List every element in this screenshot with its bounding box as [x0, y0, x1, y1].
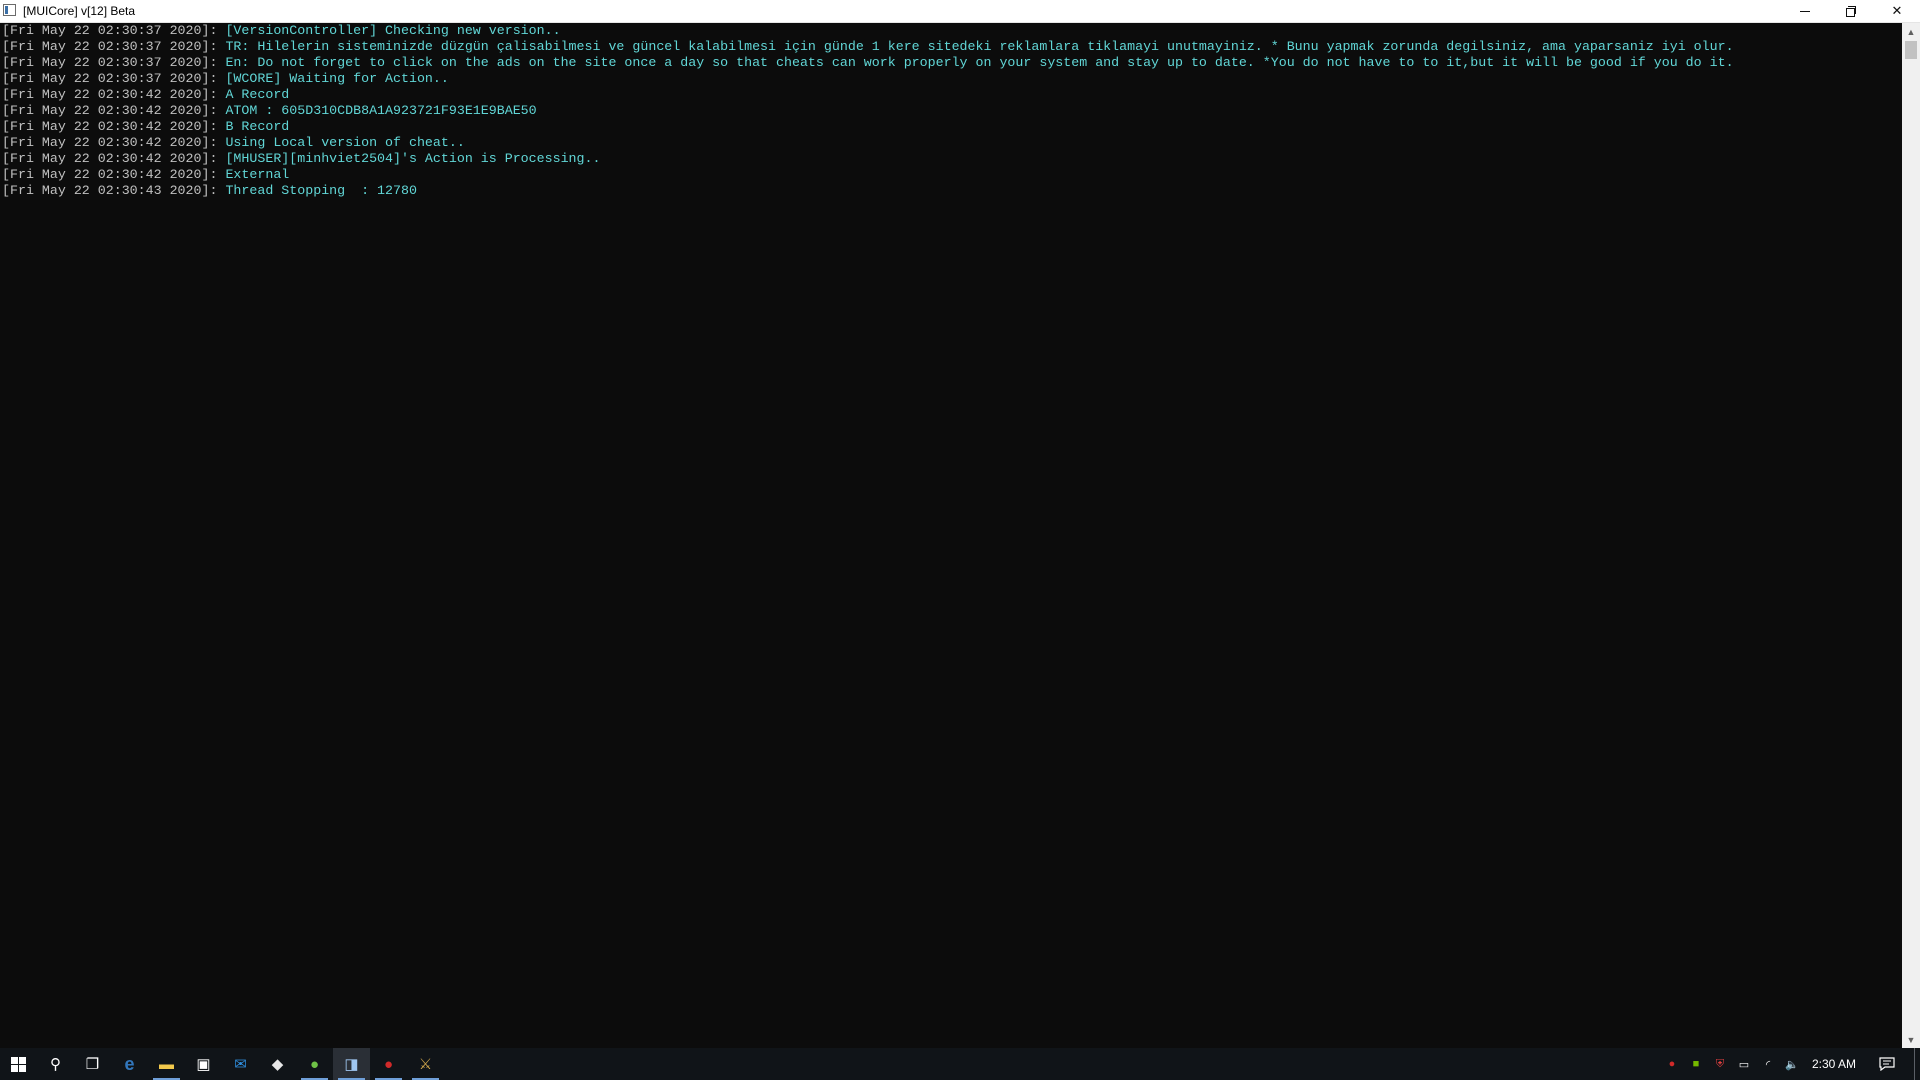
store-icon: ▣: [196, 1056, 211, 1073]
red-app-icon[interactable]: ●: [1664, 1056, 1680, 1072]
green-app-icon: ●: [309, 1055, 320, 1073]
minimize-icon: [1800, 10, 1810, 12]
console-output[interactable]: [Fri May 22 02:30:37 2020]: [VersionCont…: [0, 23, 1902, 1048]
log-line: [Fri May 22 02:30:37 2020]: TR: Hileleri…: [2, 39, 1734, 55]
log-timestamp: [Fri May 22 02:30:42 2020]:: [2, 119, 226, 134]
log-line: [Fri May 22 02:30:37 2020]: [WCORE] Wait…: [2, 71, 1734, 87]
folder-icon: ▬: [159, 1055, 174, 1073]
notification-icon[interactable]: [1878, 1056, 1896, 1072]
log-message: B Record: [225, 119, 290, 134]
task-view-button[interactable]: ❐: [74, 1048, 111, 1080]
speaker-icon[interactable]: 🔈: [1784, 1056, 1800, 1072]
log-timestamp: [Fri May 22 02:30:42 2020]:: [2, 103, 226, 118]
log-line: [Fri May 22 02:30:37 2020]: [VersionCont…: [2, 23, 1734, 39]
log-message: ATOM : 605D310CDB8A1A923721F93E1E9BAE50: [225, 103, 537, 118]
log-message: TR: Hilelerin sisteminizde düzgün çalisa…: [225, 39, 1734, 54]
start-button[interactable]: [0, 1048, 37, 1080]
close-button[interactable]: ✕: [1874, 0, 1920, 22]
log-timestamp: [Fri May 22 02:30:42 2020]:: [2, 135, 226, 150]
log-lines: [Fri May 22 02:30:37 2020]: [VersionCont…: [2, 23, 1734, 199]
show-desktop-button[interactable]: [1914, 1048, 1915, 1080]
console-window-icon: ◨: [344, 1056, 359, 1073]
log-message: Thread Stopping : 12780: [225, 183, 417, 198]
log-message: Using Local version of cheat..: [225, 135, 465, 150]
log-line: [Fri May 22 02:30:43 2020]: Thread Stopp…: [2, 183, 1734, 199]
log-timestamp: [Fri May 22 02:30:37 2020]:: [2, 55, 226, 70]
log-message: External: [225, 167, 290, 182]
scroll-up-icon[interactable]: ▲: [1902, 23, 1920, 40]
log-line: [Fri May 22 02:30:42 2020]: ATOM : 605D3…: [2, 103, 1734, 119]
log-message: [WCORE] Waiting for Action..: [225, 71, 449, 86]
log-timestamp: [Fri May 22 02:30:37 2020]:: [2, 23, 226, 38]
edge-button[interactable]: e: [111, 1048, 148, 1080]
log-message: [VersionController] Checking new version…: [225, 23, 561, 38]
title-bar: [MUICore] v[12] Beta ✕: [0, 0, 1920, 23]
app-button-4[interactable]: ⚔: [407, 1048, 444, 1080]
restore-icon: [1845, 5, 1857, 17]
log-timestamp: [Fri May 22 02:30:37 2020]:: [2, 39, 226, 54]
log-line: [Fri May 22 02:30:42 2020]: [MHUSER][min…: [2, 151, 1734, 167]
task-view-icon: ❐: [85, 1056, 100, 1073]
app-button-2[interactable]: ●: [296, 1048, 333, 1080]
log-timestamp: [Fri May 22 02:30:42 2020]:: [2, 87, 226, 102]
windows-logo-icon: [11, 1056, 26, 1072]
log-line: [Fri May 22 02:30:42 2020]: B Record: [2, 119, 1734, 135]
vertical-scrollbar[interactable]: ▲ ▼: [1902, 23, 1920, 1048]
log-timestamp: [Fri May 22 02:30:42 2020]:: [2, 167, 226, 182]
log-line: [Fri May 22 02:30:42 2020]: A Record: [2, 87, 1734, 103]
app-button-1[interactable]: ◆: [259, 1048, 296, 1080]
league-icon: ⚔: [418, 1056, 433, 1073]
log-timestamp: [Fri May 22 02:30:43 2020]:: [2, 183, 226, 198]
search-icon: ⚲: [50, 1056, 61, 1073]
console-app-icon[interactable]: [3, 4, 16, 16]
close-icon: ✕: [1891, 3, 1903, 18]
app-icon: ◆: [271, 1056, 284, 1073]
edge-icon: e: [124, 1053, 135, 1074]
clock[interactable]: 2:30 AM: [1812, 1057, 1856, 1071]
log-line: [Fri May 22 02:30:37 2020]: En: Do not f…: [2, 55, 1734, 71]
restore-button[interactable]: [1828, 0, 1874, 22]
log-message: A Record: [225, 87, 290, 102]
file-explorer-button[interactable]: ▬: [148, 1048, 185, 1080]
log-timestamp: [Fri May 22 02:30:37 2020]:: [2, 71, 226, 86]
scroll-thumb[interactable]: [1905, 41, 1917, 59]
shield-icon[interactable]: ⛨: [1712, 1056, 1728, 1072]
console-button[interactable]: ◨: [333, 1048, 370, 1080]
mail-button[interactable]: ✉: [222, 1048, 259, 1080]
log-line: [Fri May 22 02:30:42 2020]: External: [2, 167, 1734, 183]
store-button[interactable]: ▣: [185, 1048, 222, 1080]
nvidia-icon[interactable]: ■: [1688, 1056, 1704, 1072]
log-line: [Fri May 22 02:30:42 2020]: Using Local …: [2, 135, 1734, 151]
scroll-down-icon[interactable]: ▼: [1902, 1031, 1920, 1048]
taskbar: ⚲ ❐ e ▬ ▣ ✉ ◆ ● ◨ ● ⚔ ● ■ ⛨ ▭ ◜ 🔈 2:30 AM: [0, 1048, 1920, 1080]
log-timestamp: [Fri May 22 02:30:42 2020]:: [2, 151, 226, 166]
mail-icon: ✉: [234, 1056, 247, 1073]
app-button-3[interactable]: ●: [370, 1048, 407, 1080]
log-message: [MHUSER][minhviet2504]'s Action is Proce…: [225, 151, 601, 166]
search-button[interactable]: ⚲: [37, 1048, 74, 1080]
minimize-button[interactable]: [1782, 0, 1828, 22]
window-title: [MUICore] v[12] Beta: [23, 4, 136, 18]
log-message: En: Do not forget to click on the ads on…: [225, 55, 1734, 70]
red-app-icon: ●: [383, 1055, 394, 1073]
wifi-icon[interactable]: ◜: [1760, 1056, 1776, 1072]
battery-icon[interactable]: ▭: [1736, 1056, 1752, 1072]
